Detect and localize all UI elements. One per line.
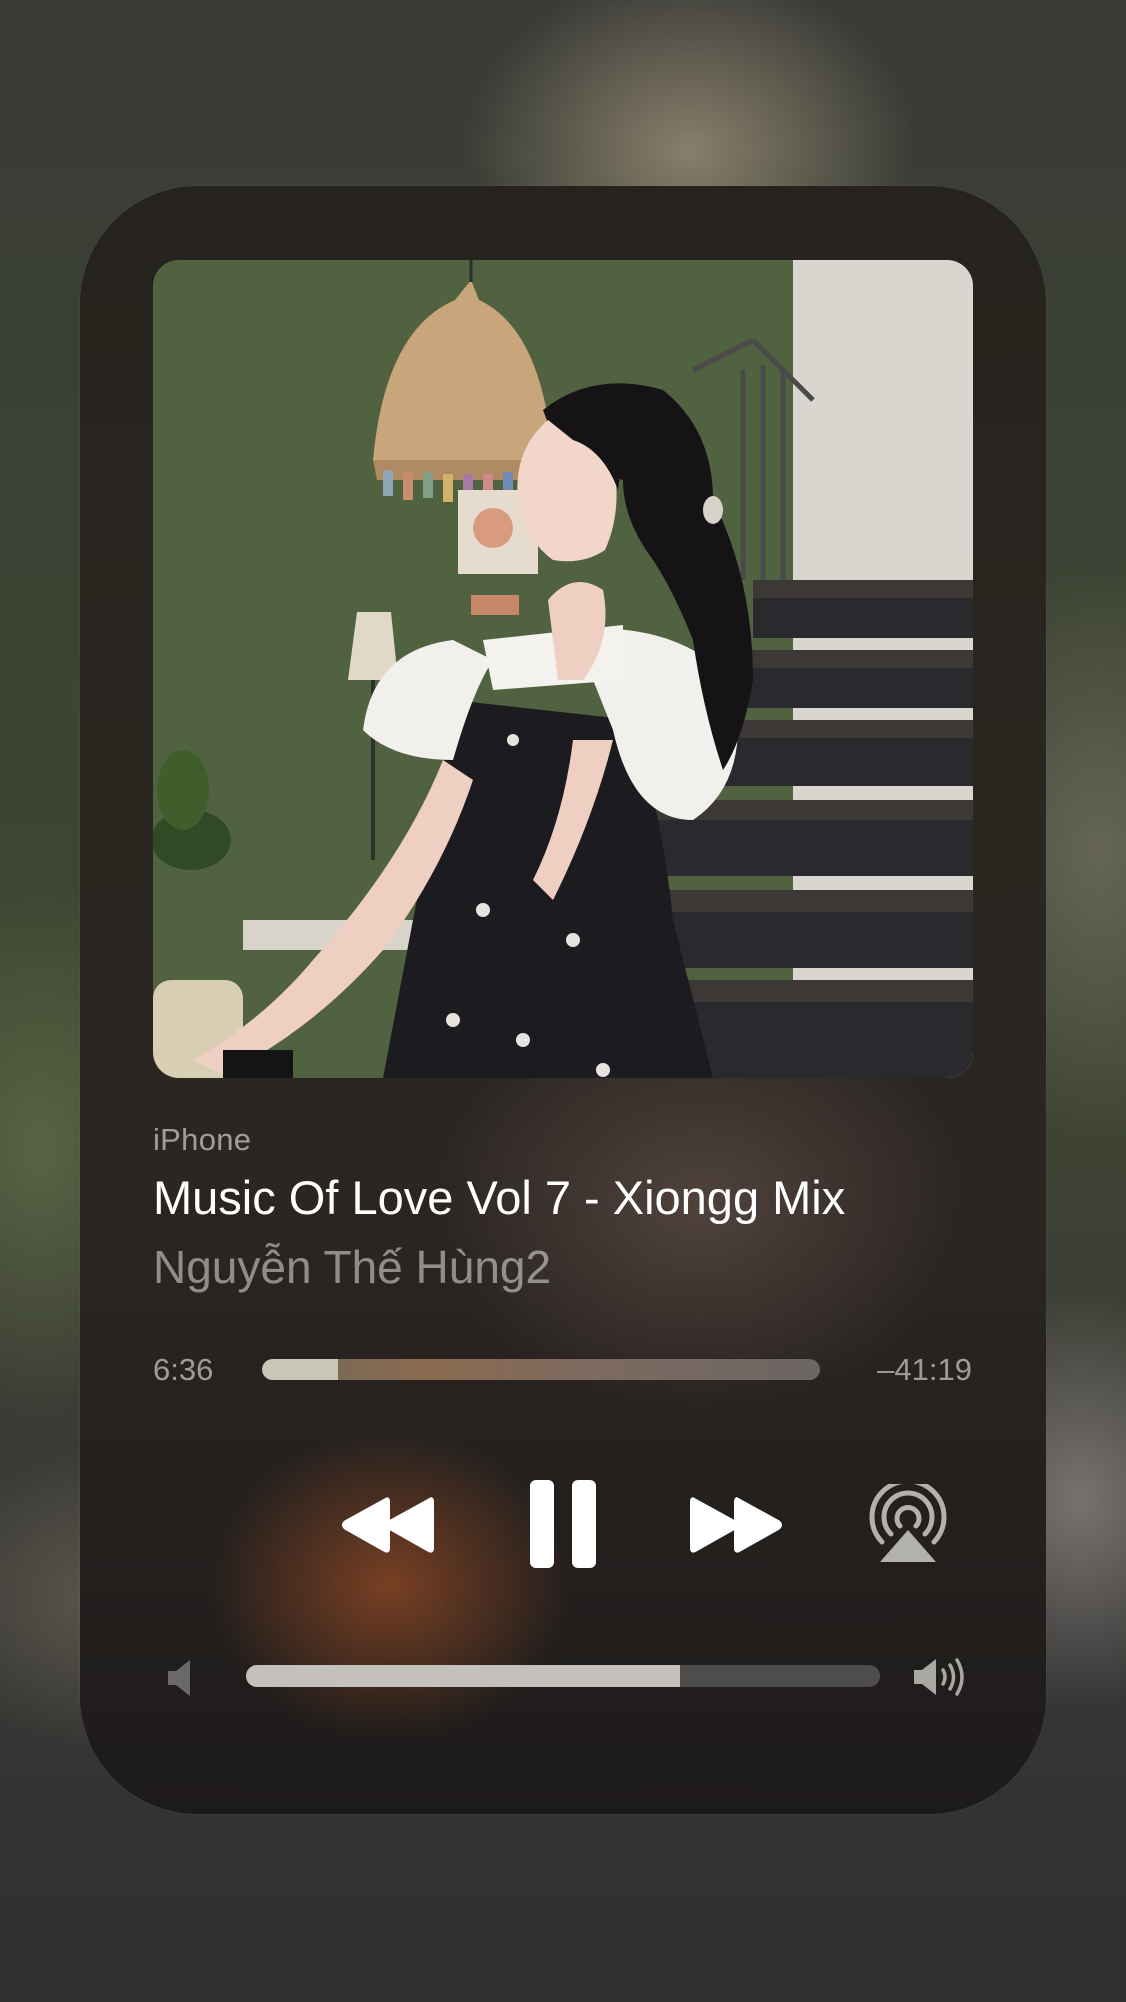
track-title: Music Of Love Vol 7 - Xiongg Mix — [153, 1171, 846, 1224]
speaker-low-icon — [168, 1660, 190, 1696]
volume-slider[interactable] — [246, 1665, 880, 1687]
track-artist: Nguyễn Thế Hùng2 — [153, 1241, 552, 1293]
airplay-button[interactable] — [866, 1484, 950, 1564]
output-device-label: iPhone — [153, 1122, 252, 1157]
playback-scrubber[interactable] — [262, 1359, 820, 1380]
playback-progress-fill — [262, 1359, 339, 1380]
album-artwork[interactable] — [153, 260, 973, 1078]
volume-min-button[interactable] — [166, 1658, 196, 1703]
fast-forward-button[interactable] — [688, 1494, 788, 1556]
pause-icon — [530, 1480, 596, 1568]
volume-level-fill — [246, 1665, 681, 1687]
pause-button[interactable] — [528, 1478, 598, 1570]
volume-max-button[interactable] — [912, 1655, 974, 1704]
elapsed-time: 6:36 — [153, 1352, 214, 1387]
rewind-button[interactable] — [338, 1494, 438, 1556]
fast-forward-icon — [690, 1497, 782, 1553]
airplay-icon — [869, 1484, 947, 1562]
rewind-icon — [342, 1497, 434, 1553]
speaker-high-icon — [914, 1658, 964, 1696]
remaining-time: –41:19 — [877, 1352, 972, 1387]
